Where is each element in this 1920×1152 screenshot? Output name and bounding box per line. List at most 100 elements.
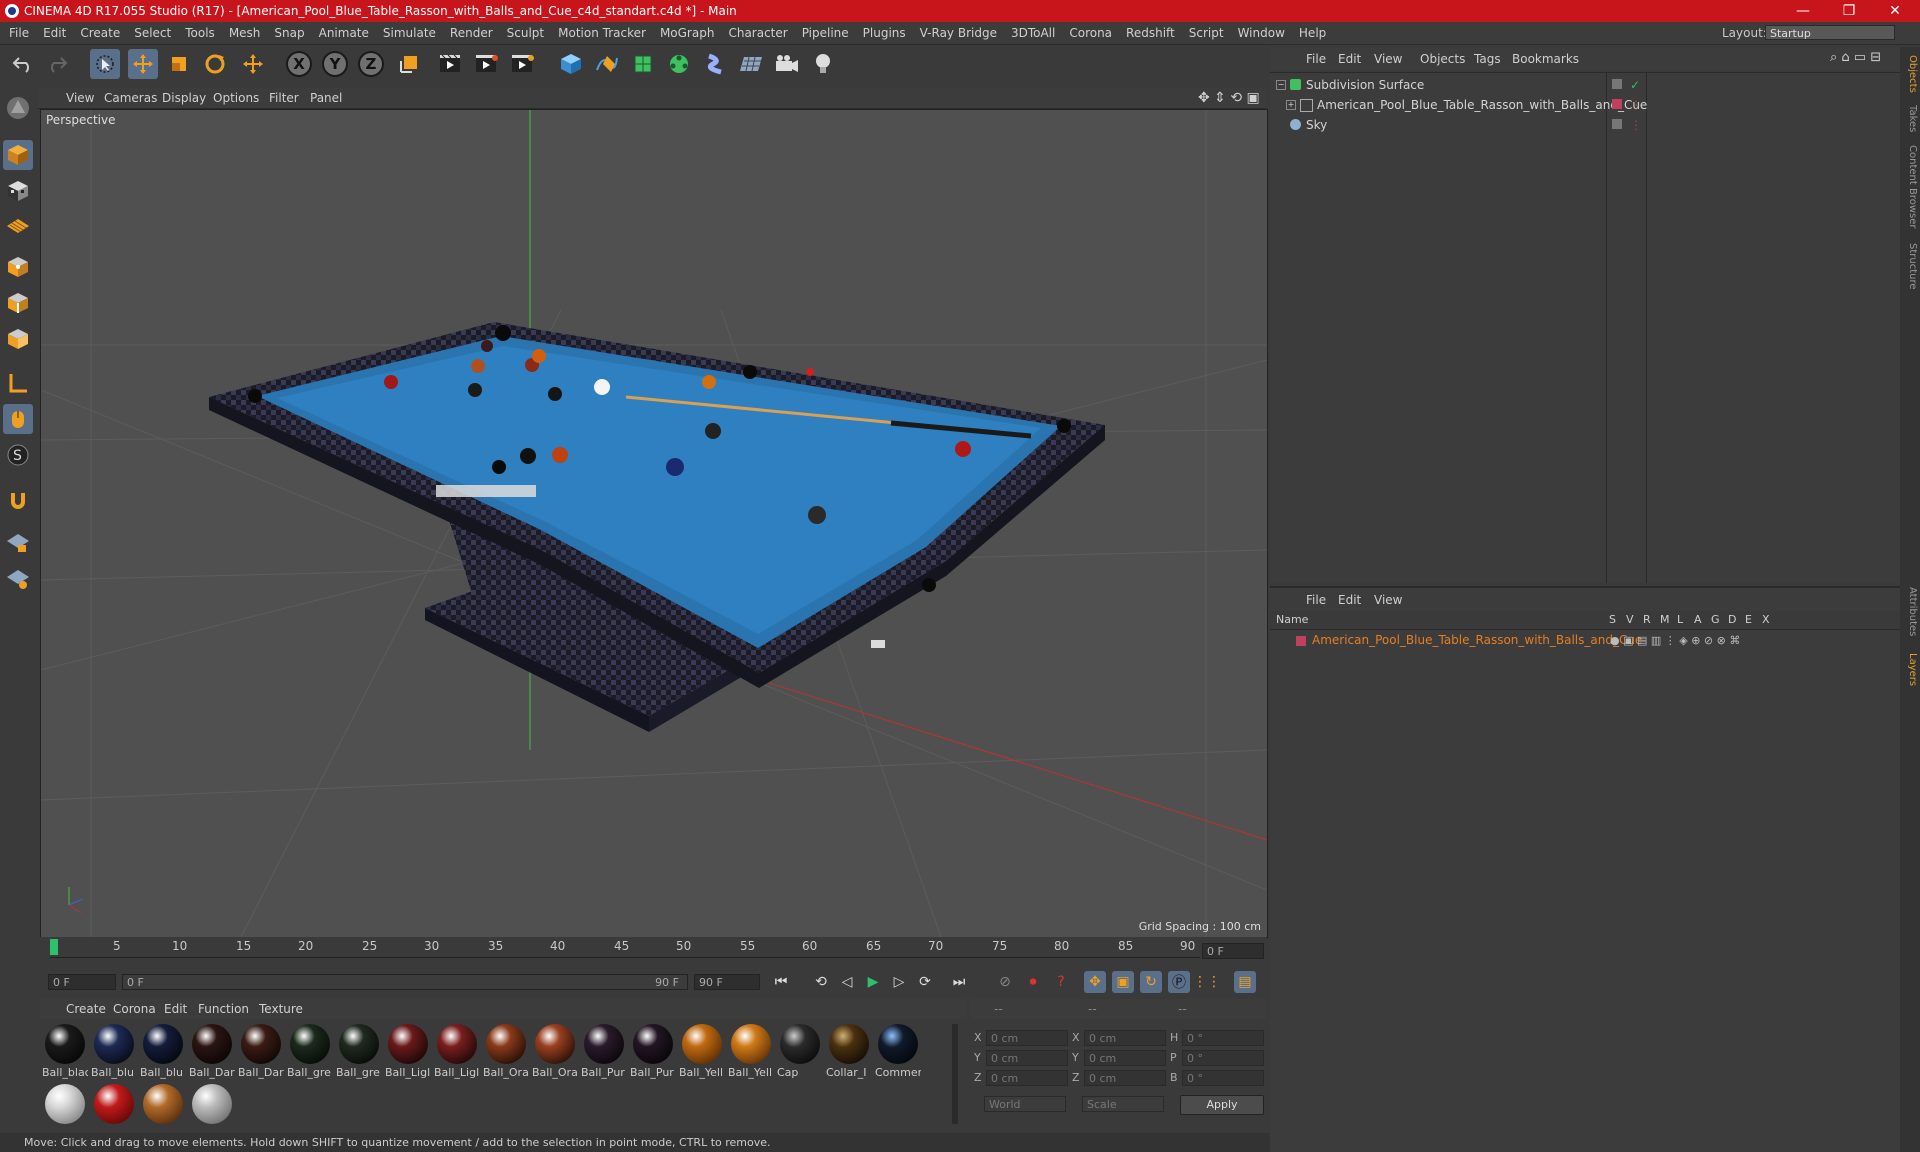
tab-layers[interactable]: Layers	[1902, 653, 1918, 686]
rotation-h-field[interactable]: 0 °	[1182, 1030, 1264, 1046]
polygons-mode-icon[interactable]	[3, 324, 33, 354]
menu-simulate[interactable]: Simulate	[376, 22, 443, 44]
layer-color-swatch[interactable]	[1296, 636, 1306, 646]
live-selection-icon[interactable]	[90, 49, 120, 79]
material-swatch[interactable]: Ball_Pur	[581, 1022, 627, 1082]
viewport-menu-options[interactable]: Options	[213, 91, 259, 105]
next-frame-icon[interactable]: ▷	[888, 971, 910, 993]
render-dot-icon[interactable]: ⋮	[1630, 95, 1642, 115]
material-swatch[interactable]: Ball_Ligl	[385, 1022, 431, 1082]
size-z-field[interactable]: 0 cm	[1084, 1070, 1166, 1086]
key-pla-icon[interactable]: ⋮⋮	[1193, 971, 1221, 993]
subdivision-surface-icon[interactable]	[628, 49, 658, 79]
object-menu-tags[interactable]: Tags	[1474, 52, 1501, 66]
layer-col-animation[interactable]: A	[1694, 613, 1702, 626]
size-x-field[interactable]: 0 cm	[1084, 1030, 1166, 1046]
scale-tool-icon[interactable]	[164, 49, 194, 79]
layout-dropdown[interactable]: Startup	[1765, 25, 1895, 40]
spline-pen-icon[interactable]	[592, 49, 622, 79]
material-swatch[interactable]: Ball_gre	[336, 1022, 382, 1082]
menu-motion-tracker[interactable]: Motion Tracker	[551, 22, 653, 44]
x-axis-lock-button[interactable]: X	[286, 51, 312, 77]
z-axis-lock-button[interactable]: Z	[358, 51, 384, 77]
rotation-b-field[interactable]: 0 °	[1182, 1070, 1264, 1086]
go-to-end-icon[interactable]: ⏭	[948, 971, 970, 993]
previous-key-icon[interactable]: ⟲	[810, 971, 832, 993]
menu-mograph[interactable]: MoGraph	[653, 22, 722, 44]
rotation-p-field[interactable]: 0 °	[1182, 1050, 1264, 1066]
current-frame-field[interactable]: 0 F	[1202, 943, 1264, 959]
transform-tool-icon[interactable]	[238, 49, 268, 79]
move-tool-icon[interactable]	[128, 49, 158, 79]
material-menu-edit[interactable]: Edit	[164, 1002, 187, 1016]
object-menu-edit[interactable]: Edit	[1338, 52, 1361, 66]
tab-structure[interactable]: Structure	[1902, 243, 1918, 290]
object-menu-objects[interactable]: Objects	[1420, 52, 1465, 66]
object-row[interactable]: + American_Pool_Blue_Table_Rasson_with_B…	[1270, 95, 1880, 115]
menu-plugins[interactable]: Plugins	[856, 22, 913, 44]
tab-objects[interactable]: Objects	[1902, 55, 1918, 93]
play-icon[interactable]: ▶	[862, 971, 884, 993]
material-swatch[interactable]: Collar_I	[826, 1022, 872, 1082]
material-swatch[interactable]: Ball_blu	[140, 1022, 186, 1082]
record-keys-icon[interactable]: ⊘	[994, 971, 1016, 993]
menu-edit[interactable]: Edit	[36, 22, 73, 44]
material-swatch[interactable]: Ball_Ora	[483, 1022, 529, 1082]
layer-menu-file[interactable]: File	[1306, 593, 1326, 607]
viewport-navigation-icons[interactable]: ✥ ⇕ ⟲ ▣	[1198, 90, 1260, 106]
key-position-icon[interactable]: ✥	[1084, 971, 1106, 993]
magnet-icon[interactable]	[3, 486, 33, 516]
layer-col-deformers[interactable]: D	[1728, 613, 1736, 626]
lock-workplane-icon[interactable]	[3, 528, 33, 558]
object-menu-file[interactable]: File	[1306, 52, 1326, 66]
material-swatch[interactable]: Ball_Yell	[728, 1022, 774, 1082]
layer-row[interactable]: American_Pool_Blue_Table_Rasson_with_Bal…	[1270, 632, 1880, 650]
expand-icon[interactable]: +	[1286, 100, 1296, 110]
collapse-icon[interactable]: −	[1276, 80, 1286, 90]
object-menu-bookmarks[interactable]: Bookmarks	[1512, 52, 1579, 66]
tweak-mode-icon[interactable]	[3, 404, 33, 434]
menu-file[interactable]: File	[2, 22, 36, 44]
snap-mode-icon[interactable]: S	[3, 440, 33, 470]
material-menu-corona[interactable]: Corona	[113, 1002, 156, 1016]
object-manager-search-icon[interactable]: ⌕ ⌂ ▭ ⊟	[1830, 50, 1881, 65]
material-scrollbar[interactable]	[952, 1024, 958, 1124]
axis-mode-icon[interactable]	[3, 368, 33, 398]
redo-icon[interactable]	[42, 49, 72, 79]
key-scale-icon[interactable]: ▣	[1112, 971, 1134, 993]
coordinate-system-dropdown[interactable]: World	[984, 1096, 1066, 1112]
layer-col-xref[interactable]: X	[1762, 613, 1770, 626]
undo-icon[interactable]	[8, 49, 38, 79]
timeline-ruler[interactable]: 0 5 10 15 20 25 30 35 40 45 50 55 60 65 …	[40, 937, 1266, 965]
frame-range-slider[interactable]: 0 F 90 F	[122, 974, 688, 990]
layer-col-expressions[interactable]: E	[1745, 613, 1752, 626]
position-x-field[interactable]: 0 cm	[986, 1030, 1068, 1046]
texture-mode-icon[interactable]	[3, 176, 33, 206]
go-to-start-icon[interactable]: ⏮	[770, 971, 792, 993]
menu-sculpt[interactable]: Sculpt	[500, 22, 551, 44]
menu-mesh[interactable]: Mesh	[222, 22, 268, 44]
viewport-menu-cameras[interactable]: Cameras	[104, 91, 157, 105]
coordinate-system-icon[interactable]	[394, 49, 424, 79]
viewport-menu-filter[interactable]: Filter	[269, 91, 299, 105]
visibility-toggle-icon[interactable]	[1612, 119, 1622, 129]
material-swatch[interactable]: Ball_Dar	[238, 1022, 284, 1082]
menu-create[interactable]: Create	[73, 22, 127, 44]
render-dot-icon[interactable]: ⋮	[1630, 115, 1642, 135]
3d-viewport[interactable]: Perspective Grid Spacing : 100 cm	[40, 109, 1268, 938]
viewport-menu-panel[interactable]: Panel	[310, 91, 342, 105]
tab-content-browser[interactable]: Content Browser	[1902, 145, 1918, 228]
menu-character[interactable]: Character	[721, 22, 794, 44]
material-menu-texture[interactable]: Texture	[259, 1002, 303, 1016]
enabled-check-icon[interactable]: ✓	[1630, 75, 1640, 95]
menu-help[interactable]: Help	[1292, 22, 1333, 44]
end-frame-field[interactable]: 90 F	[694, 974, 760, 990]
layer-menu-view[interactable]: View	[1374, 593, 1402, 607]
menu-select[interactable]: Select	[127, 22, 178, 44]
cloner-icon[interactable]	[664, 49, 694, 79]
planar-workplane-icon[interactable]	[3, 564, 33, 594]
object-menu-view[interactable]: View	[1374, 52, 1402, 66]
menu-pipeline[interactable]: Pipeline	[795, 22, 856, 44]
layer-col-locked[interactable]: L	[1677, 613, 1683, 626]
material-menu-create[interactable]: Create	[66, 1002, 106, 1016]
